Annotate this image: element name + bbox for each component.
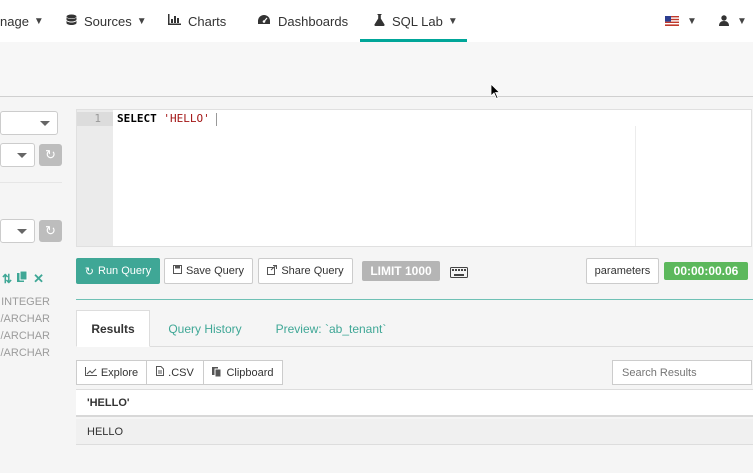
sql-code-line[interactable]: SELECT 'HELLO' — [117, 112, 217, 126]
tab-results[interactable]: Results — [76, 310, 150, 347]
divider — [76, 299, 753, 300]
nav-sources-label: Sources — [84, 13, 132, 29]
query-timer: 00:00:00.06 — [664, 262, 748, 280]
table-header: 'HELLO' — [76, 389, 753, 417]
chevron-down-icon: ▼ — [687, 15, 697, 27]
chevron-down-icon: ▼ — [447, 15, 458, 27]
clipboard-label: Clipboard — [226, 366, 274, 379]
csv-label: .CSV — [168, 366, 194, 379]
nav-dashboards[interactable]: Dashboards — [257, 0, 348, 42]
close-icon[interactable]: ✕ — [33, 271, 44, 287]
bar-chart-icon — [168, 14, 181, 28]
table-row: HELLO — [76, 419, 753, 445]
sql-keyword: SELECT — [117, 112, 157, 125]
run-query-label: Run Query — [98, 265, 152, 277]
editor-gutter — [77, 110, 113, 246]
user-menu[interactable]: ▼ — [719, 0, 747, 42]
csv-button[interactable]: .CSV — [146, 360, 204, 385]
refresh-table-button[interactable]: ↻ — [39, 220, 62, 242]
us-flag-icon — [665, 14, 679, 29]
tab-preview[interactable]: Preview: `ab_tenant` — [262, 310, 400, 347]
line-number: 1 — [94, 112, 101, 125]
sql-editor[interactable]: 1 SELECT 'HELLO' — [76, 109, 752, 247]
column-type: INTEGER — [1, 296, 50, 308]
clipboard-icon — [212, 366, 222, 380]
explore-label: Explore — [100, 366, 139, 379]
column-type: /ARCHAR — [0, 347, 50, 359]
language-menu[interactable]: ▼ — [665, 0, 697, 42]
chevron-down-icon — [17, 229, 27, 234]
line-chart-icon — [84, 366, 97, 379]
nav-manage-label: nage — [0, 13, 29, 29]
results-actions: Explore .CSV Clipboard — [76, 360, 283, 385]
nav-manage[interactable]: nage ▼ — [0, 0, 44, 42]
clipboard-button[interactable]: Clipboard — [203, 360, 283, 385]
share-query-button[interactable]: Share Query — [258, 258, 353, 284]
column-type: /ARCHAR — [0, 313, 50, 325]
table-actions: ⇅ ✕ — [2, 270, 50, 288]
refresh-schema-button[interactable]: ↻ — [39, 144, 62, 166]
nav-sql-lab[interactable]: SQL Lab ▼ — [374, 0, 458, 42]
nav-sources[interactable]: Sources ▼ — [66, 0, 147, 42]
copy-icon[interactable] — [17, 270, 28, 288]
nav-sql-lab-label: SQL Lab — [392, 13, 443, 29]
parameters-button[interactable]: parameters — [586, 258, 659, 284]
refresh-icon: ↻ — [45, 223, 56, 238]
tab-query-history[interactable]: Query History — [156, 310, 254, 347]
nav-charts-label: Charts — [188, 13, 227, 29]
share-query-label: Share Query — [281, 265, 344, 277]
limit-badge[interactable]: LIMIT 1000 — [362, 261, 440, 281]
share-icon — [267, 264, 278, 278]
save-icon — [172, 265, 182, 277]
run-query-button[interactable]: ↻ Run Query — [76, 258, 160, 284]
chevron-down-icon: ▼ — [33, 15, 44, 27]
chevron-down-icon: ▼ — [136, 15, 147, 27]
chevron-down-icon — [17, 153, 27, 158]
keyboard-icon[interactable] — [450, 265, 468, 283]
print-margin — [635, 126, 636, 246]
schema-select[interactable] — [0, 143, 35, 167]
save-query-label: Save Query — [185, 265, 245, 277]
column-type: /ARCHAR — [0, 330, 50, 342]
dashboard-gauge-icon — [257, 14, 271, 28]
column-header[interactable]: 'HELLO' — [87, 397, 130, 409]
text-cursor — [215, 112, 217, 126]
table-cell: HELLO — [87, 425, 124, 438]
mouse-cursor-icon — [490, 83, 501, 105]
query-tabs-bar — [0, 42, 753, 96]
divider — [0, 182, 62, 183]
file-icon — [156, 366, 165, 379]
refresh-icon: ↻ — [45, 147, 56, 162]
explore-button[interactable]: Explore — [76, 360, 147, 385]
flask-icon — [374, 13, 385, 29]
sort-icon[interactable]: ⇅ — [2, 272, 12, 286]
nav-dashboards-label: Dashboards — [278, 13, 349, 29]
search-results-input[interactable] — [612, 360, 752, 385]
refresh-icon: ↻ — [84, 265, 94, 278]
table-select[interactable] — [0, 219, 35, 243]
database-select[interactable] — [0, 111, 58, 135]
chevron-down-icon — [40, 121, 50, 126]
save-query-button[interactable]: Save Query — [164, 258, 253, 284]
nav-charts[interactable]: Charts — [168, 0, 226, 42]
user-icon — [719, 14, 729, 29]
chevron-down-icon: ▼ — [737, 15, 747, 27]
divider — [0, 96, 753, 97]
sql-string: 'HELLO' — [163, 112, 210, 125]
database-icon — [66, 14, 77, 29]
